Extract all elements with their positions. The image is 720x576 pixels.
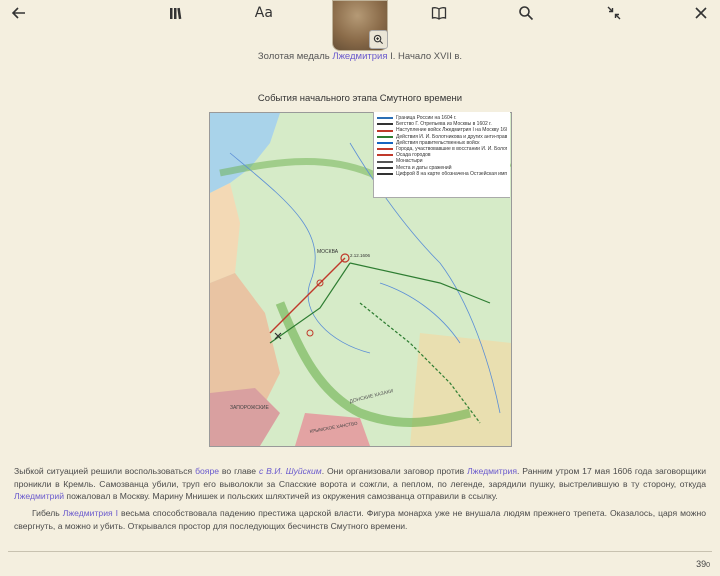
font-settings-button[interactable]: Aa	[253, 2, 275, 24]
p1-text-5: пожаловал в Москву. Марину Мнишек и поль…	[64, 491, 498, 501]
legend-swatch	[377, 166, 393, 169]
back-arrow-icon[interactable]	[8, 2, 30, 24]
book-icon[interactable]	[428, 2, 450, 24]
page-number-suffix: 0	[706, 562, 710, 569]
font-settings-label: Aa	[254, 5, 273, 21]
zoom-icon[interactable]	[369, 30, 388, 49]
p1-text-2: во главе	[219, 466, 259, 476]
page-number-value: 39	[696, 559, 707, 569]
false-dmitry-link-3[interactable]: Лжедмитрий	[14, 491, 64, 501]
legend-swatch	[377, 123, 393, 126]
map-legend: Граница России на 1604 г. Бегство Г. Отре…	[373, 112, 510, 198]
footer-divider	[8, 551, 712, 552]
paragraph-death: Гибель Лжедмитрия I весьма способствовал…	[14, 507, 706, 532]
legend-swatch	[377, 148, 393, 151]
zaporozhye-label: ЗАПОРОЖСКИЕ	[230, 405, 269, 411]
medal-caption-suffix: I. Начало XVII в.	[387, 51, 463, 62]
false-dmitry-link[interactable]: Лжедмитрия	[332, 51, 387, 62]
legend-swatch	[377, 135, 393, 138]
p2-text-2: весьма способствовала падению престижа ц…	[14, 508, 706, 531]
p1-text-3: . Они организовали заговор против	[321, 466, 468, 476]
library-icon[interactable]	[165, 2, 187, 24]
legend-swatch	[377, 141, 393, 144]
moscow-label: МОСКВА	[317, 249, 339, 255]
p1-text-1: Зыбкой ситуацией решили воспользоваться	[14, 466, 196, 476]
medal-caption-prefix: Золотая медаль	[257, 51, 333, 62]
battle-date-label: 2.12.1606	[350, 253, 371, 258]
close-icon[interactable]	[690, 2, 712, 24]
map-title: События начального этапа Смутного времен…	[257, 93, 463, 104]
legend-swatch	[377, 154, 393, 157]
legend-swatch	[377, 160, 393, 163]
false-dmitry-link-2[interactable]: Лжедмитрия	[467, 466, 517, 476]
legend-swatch	[377, 129, 393, 132]
legend-swatch	[377, 172, 393, 175]
legend-label: Цифрой 8 на карте обозначена Остзейская …	[396, 170, 507, 177]
paragraph-conspiracy: Зыбкой ситуацией решили воспользоваться …	[14, 465, 706, 503]
medal-caption: Золотая медаль Лжедмитрия I. Начало XVII…	[0, 51, 720, 62]
collapse-icon[interactable]	[603, 2, 625, 24]
search-icon[interactable]	[515, 2, 537, 24]
p2-text-1: Гибель	[32, 508, 63, 518]
page-number: 390	[696, 559, 710, 569]
shuisky-link[interactable]: с В.И. Шуйским	[259, 466, 322, 476]
legend-swatch	[377, 117, 393, 120]
boyars-link[interactable]: бояре	[195, 466, 219, 476]
legend-row: Цифрой 8 на карте обозначена Остзейская …	[377, 171, 507, 177]
false-dmitry-i-link[interactable]: Лжедмитрия I	[63, 508, 118, 518]
